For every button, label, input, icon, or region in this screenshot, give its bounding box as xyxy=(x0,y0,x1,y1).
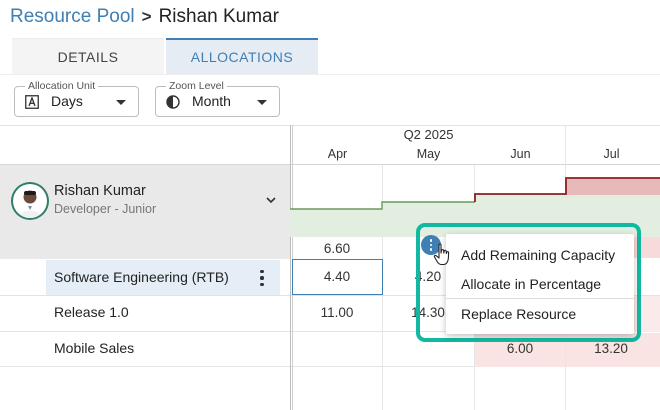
menu-item-replace-resource[interactable]: Replace Resource xyxy=(446,300,634,328)
allocation-unit-value: Days xyxy=(51,93,83,109)
allocation-cell[interactable]: 13.20 xyxy=(566,341,656,356)
zoom-dial-icon xyxy=(166,95,180,109)
breadcrumb: Resource Pool > Rishan Kumar xyxy=(10,4,279,30)
zoom-level-legend: Zoom Level xyxy=(166,79,227,93)
breadcrumb-separator: > xyxy=(141,7,152,26)
row-kebab-menu-icon[interactable] xyxy=(257,268,267,288)
month-header-may: May xyxy=(416,147,441,161)
zoom-level-value: Month xyxy=(192,93,231,109)
chevron-down-icon xyxy=(116,100,126,105)
grid-divider xyxy=(0,125,660,126)
allocation-cell[interactable]: 4.40 xyxy=(292,269,382,284)
menu-divider xyxy=(446,298,634,299)
chevron-down-icon xyxy=(257,100,267,105)
calendar-a-icon xyxy=(25,95,39,109)
allocation-cell[interactable]: 6.00 xyxy=(475,341,565,356)
project-name-mobile-sales: Mobile Sales xyxy=(54,340,135,356)
month-header-jul: Jul xyxy=(603,147,620,161)
allocation-unit-legend: Allocation Unit xyxy=(25,79,99,93)
person-photo-icon xyxy=(19,190,41,218)
tab-details[interactable]: DETAILS xyxy=(12,38,164,74)
resource-name: Rishan Kumar xyxy=(54,183,146,199)
chevron-down-icon[interactable] xyxy=(264,195,278,205)
resource-total-apr: 6.60 xyxy=(323,241,351,256)
allocation-cell[interactable]: 11.00 xyxy=(292,305,382,320)
page-title: Rishan Kumar xyxy=(158,6,279,27)
project-name-software-engineering: Software Engineering (RTB) xyxy=(54,269,229,285)
menu-item-add-remaining-capacity[interactable]: Add Remaining Capacity xyxy=(446,241,634,269)
hand-cursor-icon xyxy=(433,243,450,266)
zoom-level-select[interactable]: Zoom Level Month xyxy=(155,79,280,117)
menu-item-allocate-in-percentage[interactable]: Allocate in Percentage xyxy=(446,270,634,298)
tab-bar: DETAILS ALLOCATIONS xyxy=(12,38,318,74)
month-header-jun: Jun xyxy=(510,147,531,161)
project-name-release: Release 1.0 xyxy=(54,304,129,320)
tab-allocations[interactable]: ALLOCATIONS xyxy=(166,38,318,74)
resource-role: Developer - Junior xyxy=(54,202,157,216)
allocation-unit-select[interactable]: Allocation Unit Days xyxy=(14,79,139,117)
breadcrumb-resource-pool-link[interactable]: Resource Pool xyxy=(10,6,135,28)
quarter-header: Q2 2025 xyxy=(403,127,454,142)
month-header-apr: Apr xyxy=(327,147,348,161)
context-menu: Add Remaining Capacity Allocate in Perce… xyxy=(446,234,634,334)
avatar xyxy=(11,182,49,220)
